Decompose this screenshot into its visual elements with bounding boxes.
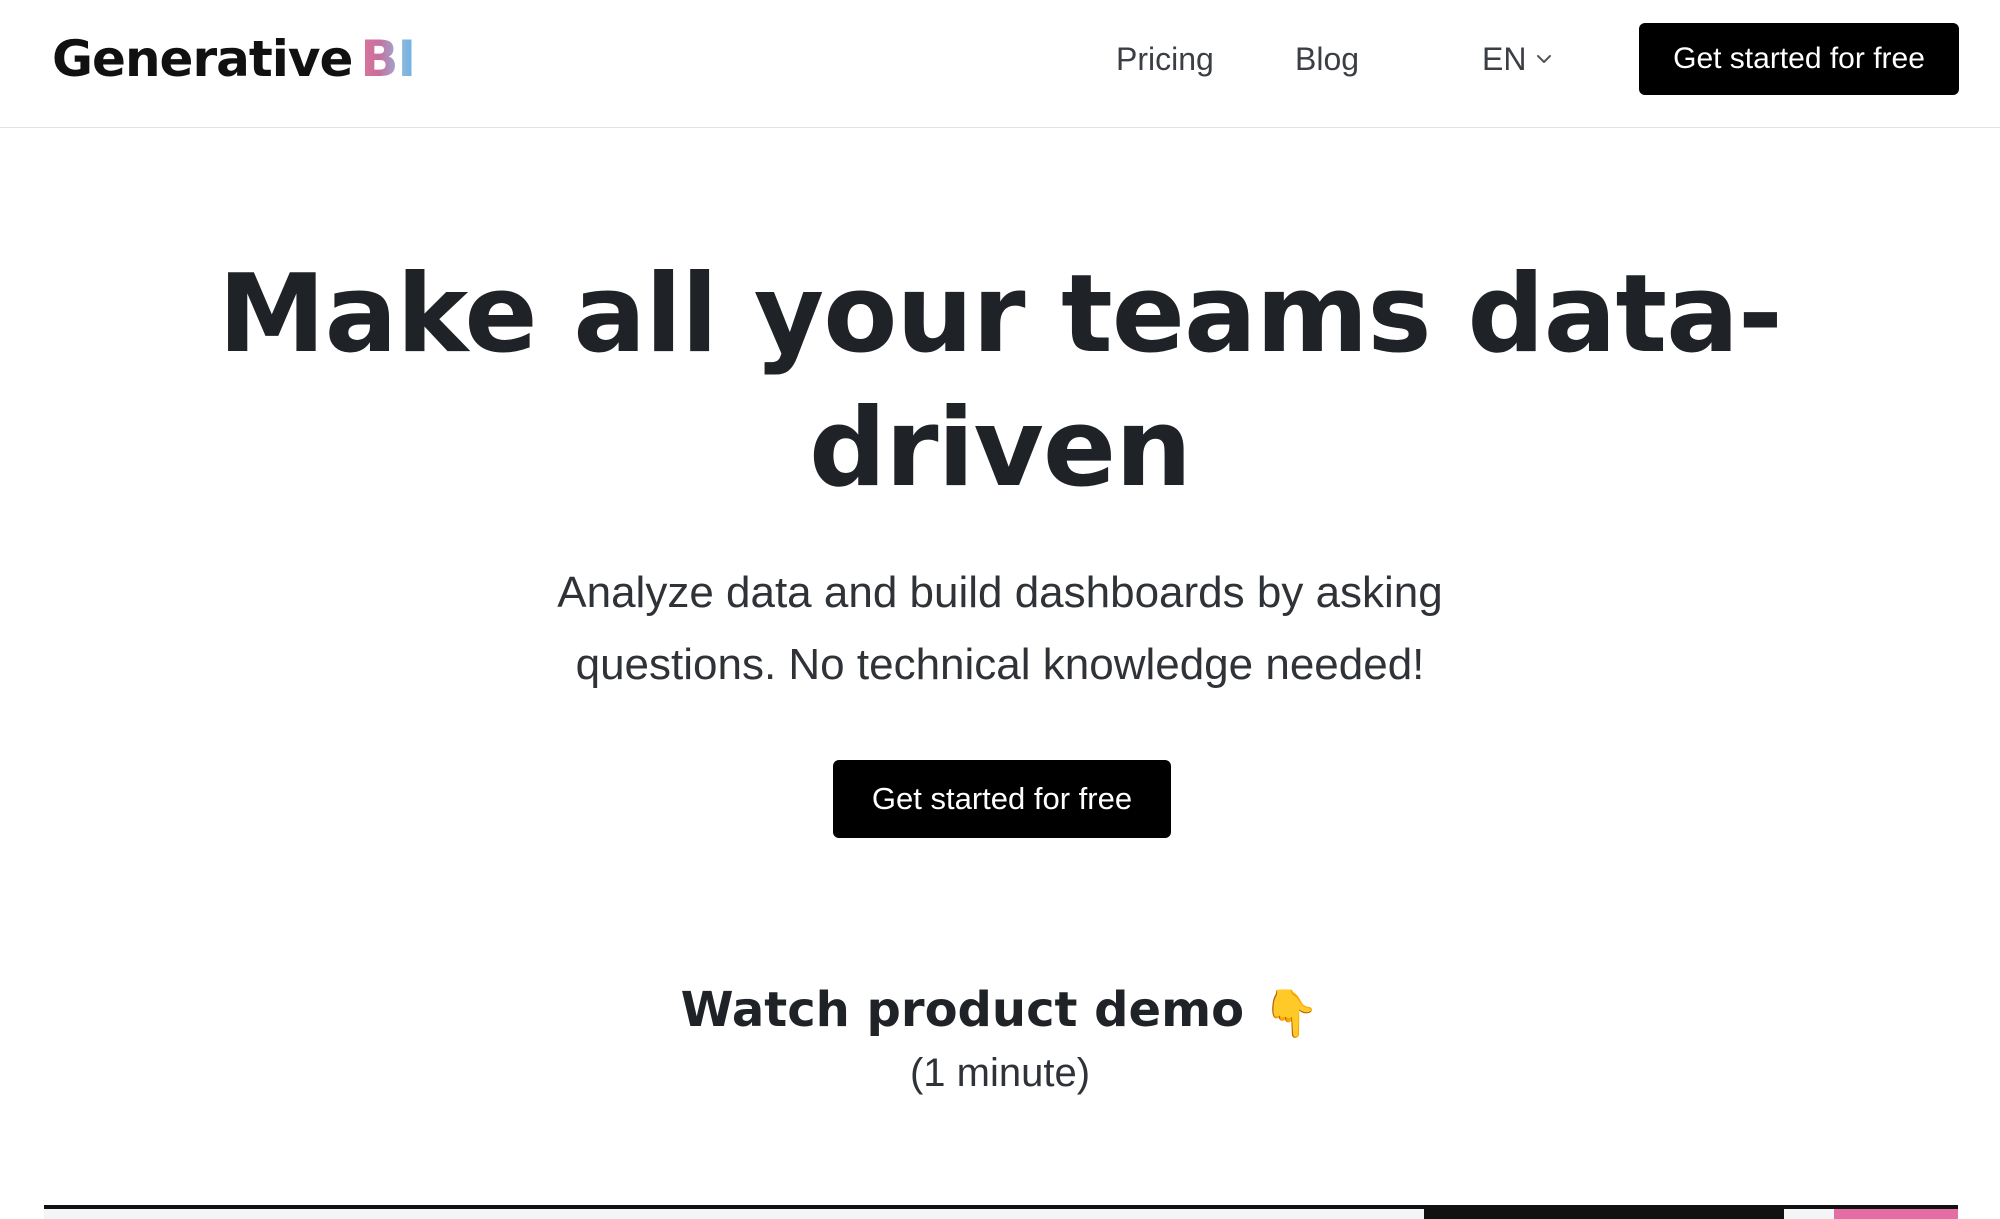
demo-title: Watch product demo 👇 [500, 976, 1500, 1047]
logo[interactable]: Generative BI [52, 24, 416, 94]
hero-subtitle: Analyze data and build dashboards by ask… [557, 568, 1443, 689]
site-header: Generative BI Pricing Blog EN Get starte… [0, 0, 2000, 128]
demo-title-text: Watch product demo [680, 982, 1245, 1038]
nav-pricing-link[interactable]: Pricing [1116, 35, 1214, 83]
language-selector[interactable]: EN [1482, 35, 1554, 83]
video-pink-region [1834, 1209, 1958, 1219]
demo-video-preview[interactable] [44, 1205, 1958, 1219]
demo-duration: (1 minute) [909, 1051, 1091, 1095]
pointing-down-icon: 👇 [1262, 986, 1320, 1040]
hero-title: Make all your teams data-driven [218, 252, 1783, 511]
video-dark-region [1424, 1209, 1784, 1219]
hero-get-started-button[interactable]: Get started for free [833, 760, 1171, 838]
logo-accent-text: BI [360, 30, 416, 88]
language-label: EN [1482, 40, 1527, 77]
header-get-started-button[interactable]: Get started for free [1639, 23, 1959, 95]
nav-blog-link[interactable]: Blog [1295, 35, 1359, 83]
logo-text: Generative [52, 30, 353, 88]
chevron-down-icon [1537, 55, 1552, 63]
